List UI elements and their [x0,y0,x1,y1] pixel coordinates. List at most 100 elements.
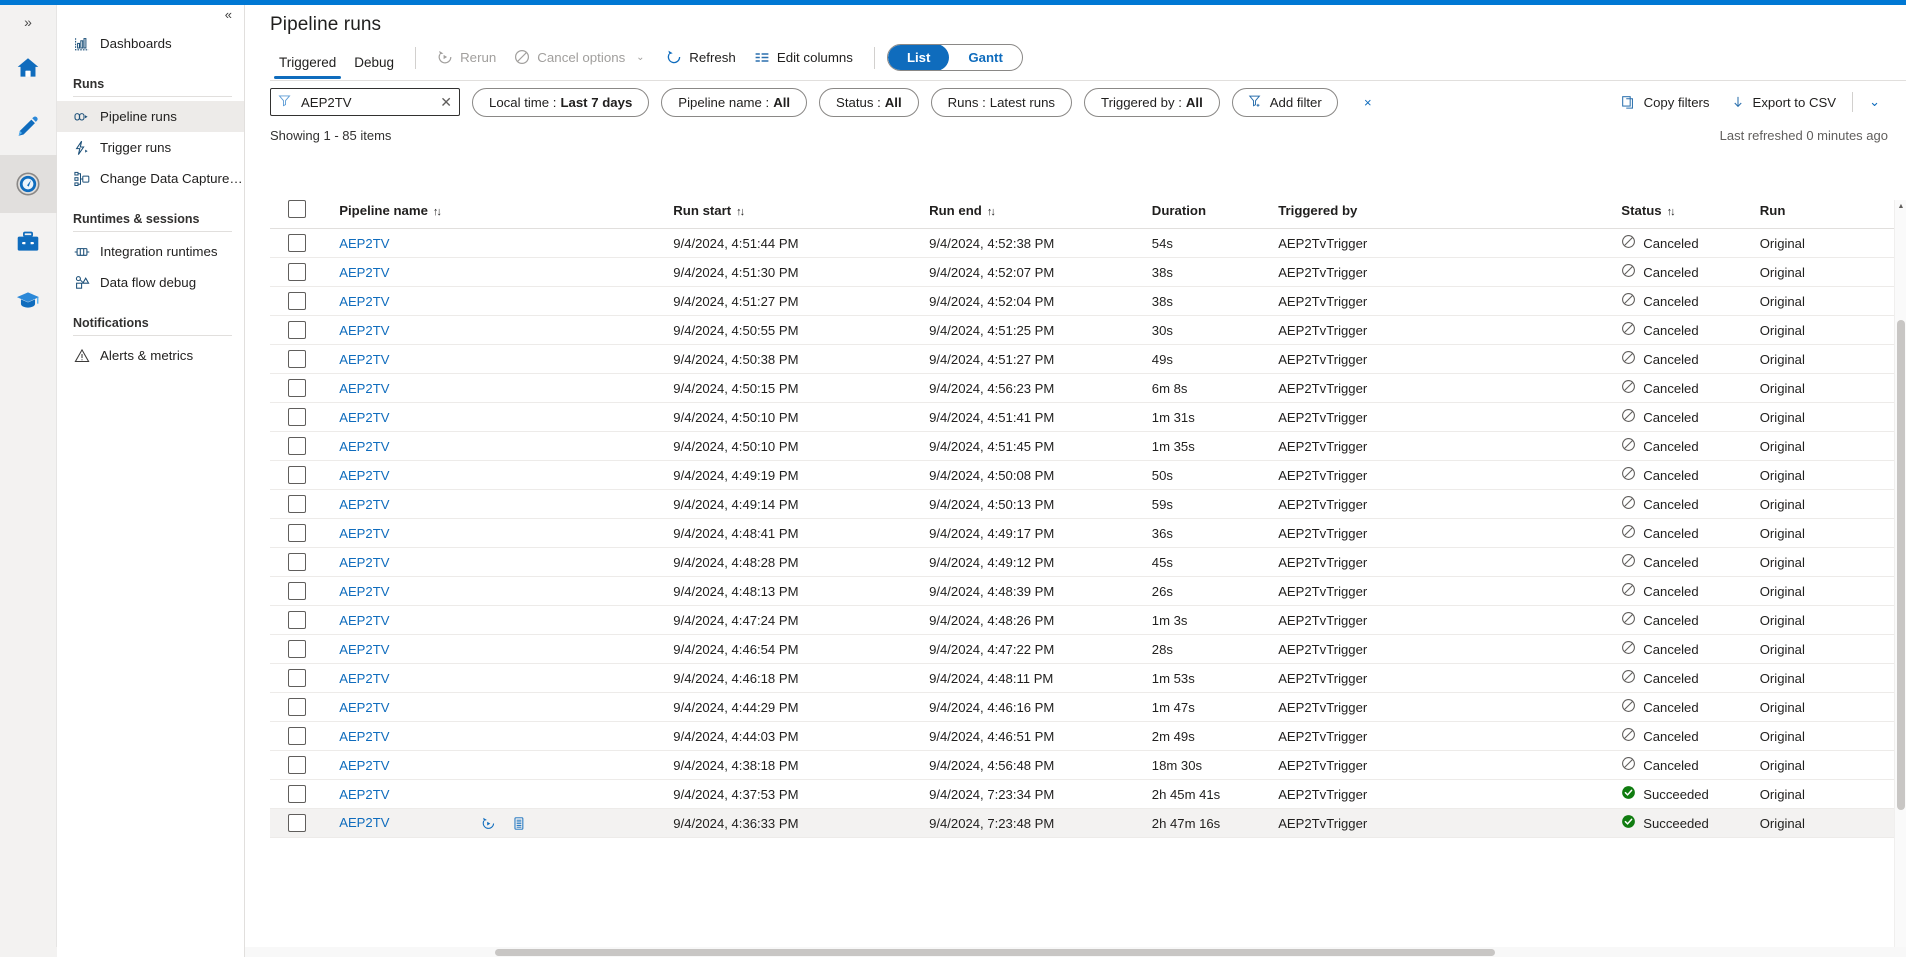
row-checkbox[interactable] [288,785,306,803]
filter-pill-status[interactable]: Status : All [819,87,919,117]
row-select-cell[interactable] [270,547,340,577]
rerun-button[interactable]: Rerun [428,43,505,71]
pipeline-name-link[interactable]: AEP2TV [339,584,389,599]
cell-pipeline-name[interactable]: AEP2TV [339,663,674,693]
row-checkbox[interactable] [288,263,306,281]
table-row[interactable]: AEP2TV 9/4/2024, 4:37:53 PM 9/4/2024, 7:23… [270,779,1906,809]
row-select-cell[interactable] [270,663,340,693]
clear-all-filters-icon[interactable]: × [1354,88,1382,116]
pipeline-name-link[interactable]: AEP2TV [339,815,389,830]
pipeline-name-link[interactable]: AEP2TV [339,526,389,541]
author-pencil-icon[interactable] [0,97,57,155]
table-row[interactable]: AEP2TV 9/4/2024, 4:44:03 PM 9/4/2024, 4:46… [270,721,1906,751]
row-checkbox[interactable] [288,611,306,629]
cell-pipeline-name[interactable]: AEP2TV [339,286,674,316]
column-header-run-start[interactable]: Run start ↑↓ [673,200,930,229]
clear-search-icon[interactable]: ✕ [440,95,452,109]
table-row[interactable]: AEP2TV 9/4/2024, 4:47:24 PM 9/4/2024, 4:48… [270,605,1906,635]
more-commands-chevron-down-icon[interactable]: ⌄ [1861,88,1888,116]
column-header-status[interactable]: Status ↑↓ [1621,200,1760,229]
table-row[interactable]: AEP2TV 9/4/2024, 4:46:54 PM 9/4/2024, 4:47… [270,634,1906,664]
table-row[interactable]: AEP2TV 9/4/2024, 4:48:13 PM 9/4/2024, 4:48… [270,576,1906,606]
sidebar-item-alerts-metrics[interactable]: Alerts & metrics [57,340,244,371]
column-header-run[interactable]: Run [1759,200,1906,229]
learn-graduation-icon[interactable] [0,271,57,329]
cell-pipeline-name[interactable]: AEP2TV [339,605,674,635]
table-row[interactable]: AEP2TV 9/4/2024, 4:48:41 PM 9/4/2024, 4:49… [270,518,1906,548]
column-header-duration[interactable]: Duration [1151,200,1279,229]
row-select-cell[interactable] [270,460,340,490]
view-toggle-gantt[interactable]: Gantt [949,45,1021,70]
cell-pipeline-name[interactable]: AEP2TV [339,402,674,432]
sidebar-item-change-data-capture[interactable]: Change Data Capture (previ... [57,163,244,194]
monitor-gauge-icon[interactable] [0,155,57,213]
pipeline-name-link[interactable]: AEP2TV [339,555,389,570]
copy-filters-button[interactable]: Copy filters [1613,88,1718,116]
row-select-cell[interactable] [270,605,340,635]
pipeline-name-link[interactable]: AEP2TV [339,352,389,367]
table-row[interactable]: AEP2TV 9/4/2024, 4:50:38 PM 9/4/2024, 4:51… [270,344,1906,374]
filter-pill-triggered-by[interactable]: Triggered by : All [1084,87,1220,117]
pipeline-name-search[interactable]: ✕ [270,88,460,116]
row-checkbox[interactable] [288,350,306,368]
column-header-run-end[interactable]: Run end ↑↓ [929,200,1152,229]
pipeline-name-link[interactable]: AEP2TV [339,729,389,744]
tab-debug[interactable]: Debug [345,56,403,79]
pipeline-name-link[interactable]: AEP2TV [339,410,389,425]
row-checkbox[interactable] [288,292,306,310]
table-row[interactable]: AEP2TV 9/4/2024, 4:36:33 PM 9/4/2024, 7:23… [270,808,1906,838]
cell-pipeline-name[interactable]: AEP2TV [339,518,674,548]
tab-triggered[interactable]: Triggered [270,56,345,79]
sidebar-item-data-flow-debug[interactable]: Data flow debug [57,267,244,298]
home-icon[interactable] [0,39,57,97]
cell-pipeline-name[interactable]: AEP2TV [339,576,674,606]
table-row[interactable]: AEP2TV 9/4/2024, 4:51:30 PM 9/4/2024, 4:52… [270,257,1906,287]
table-row[interactable]: AEP2TV 9/4/2024, 4:50:15 PM 9/4/2024, 4:56… [270,373,1906,403]
add-filter-button[interactable]: Add filter [1231,87,1338,117]
cell-pipeline-name[interactable]: AEP2TV [339,344,674,374]
row-select-cell[interactable] [270,576,340,606]
table-row[interactable]: AEP2TV 9/4/2024, 4:51:44 PM 9/4/2024, 4:52… [270,228,1906,258]
table-row[interactable]: AEP2TV 9/4/2024, 4:44:29 PM 9/4/2024, 4:46… [270,692,1906,722]
manage-toolbox-icon[interactable] [0,213,57,271]
view-activity-runs-icon[interactable] [512,816,526,831]
pipeline-name-link[interactable]: AEP2TV [339,787,389,802]
table-row[interactable]: AEP2TV 9/4/2024, 4:46:18 PM 9/4/2024, 4:48… [270,663,1906,693]
table-row[interactable]: AEP2TV 9/4/2024, 4:50:10 PM 9/4/2024, 4:51… [270,431,1906,461]
row-select-cell[interactable] [270,489,340,519]
row-checkbox[interactable] [288,669,306,687]
row-select-cell[interactable] [270,402,340,432]
filter-pill-pipeline-name[interactable]: Pipeline name : All [661,87,808,117]
cell-pipeline-name[interactable]: AEP2TV [339,808,674,838]
row-checkbox[interactable] [288,321,306,339]
pipeline-name-link[interactable]: AEP2TV [339,468,389,483]
cell-pipeline-name[interactable]: AEP2TV [339,779,674,809]
table-row[interactable]: AEP2TV 9/4/2024, 4:38:18 PM 9/4/2024, 4:56… [270,750,1906,780]
row-select-cell[interactable] [270,344,340,374]
row-select-cell[interactable] [270,721,340,751]
table-row[interactable]: AEP2TV 9/4/2024, 4:49:19 PM 9/4/2024, 4:50… [270,460,1906,490]
row-checkbox[interactable] [288,379,306,397]
row-select-cell[interactable] [270,779,340,809]
table-row[interactable]: AEP2TV 9/4/2024, 4:50:10 PM 9/4/2024, 4:51… [270,402,1906,432]
cell-pipeline-name[interactable]: AEP2TV [339,257,674,287]
row-checkbox[interactable] [288,437,306,455]
sidebar-item-dashboards[interactable]: Dashboards [57,28,244,59]
table-row[interactable]: AEP2TV 9/4/2024, 4:51:27 PM 9/4/2024, 4:52… [270,286,1906,316]
sidebar-collapse-icon[interactable]: « [221,4,236,25]
sidebar-item-trigger-runs[interactable]: Trigger runs [57,132,244,163]
vertical-scrollbar[interactable]: ▲ ▼ [1894,200,1906,957]
row-select-cell[interactable] [270,518,340,548]
cell-pipeline-name[interactable]: AEP2TV [339,489,674,519]
cancel-options-button[interactable]: Cancel options ⌄ [505,43,657,71]
row-checkbox[interactable] [288,234,306,252]
cell-pipeline-name[interactable]: AEP2TV [339,547,674,577]
pipeline-name-link[interactable]: AEP2TV [339,236,389,251]
cell-pipeline-name[interactable]: AEP2TV [339,750,674,780]
edit-columns-button[interactable]: Edit columns [745,43,862,71]
cell-pipeline-name[interactable]: AEP2TV [339,228,674,258]
row-checkbox[interactable] [288,727,306,745]
cell-pipeline-name[interactable]: AEP2TV [339,692,674,722]
pipeline-name-link[interactable]: AEP2TV [339,758,389,773]
search-input[interactable] [299,93,433,111]
